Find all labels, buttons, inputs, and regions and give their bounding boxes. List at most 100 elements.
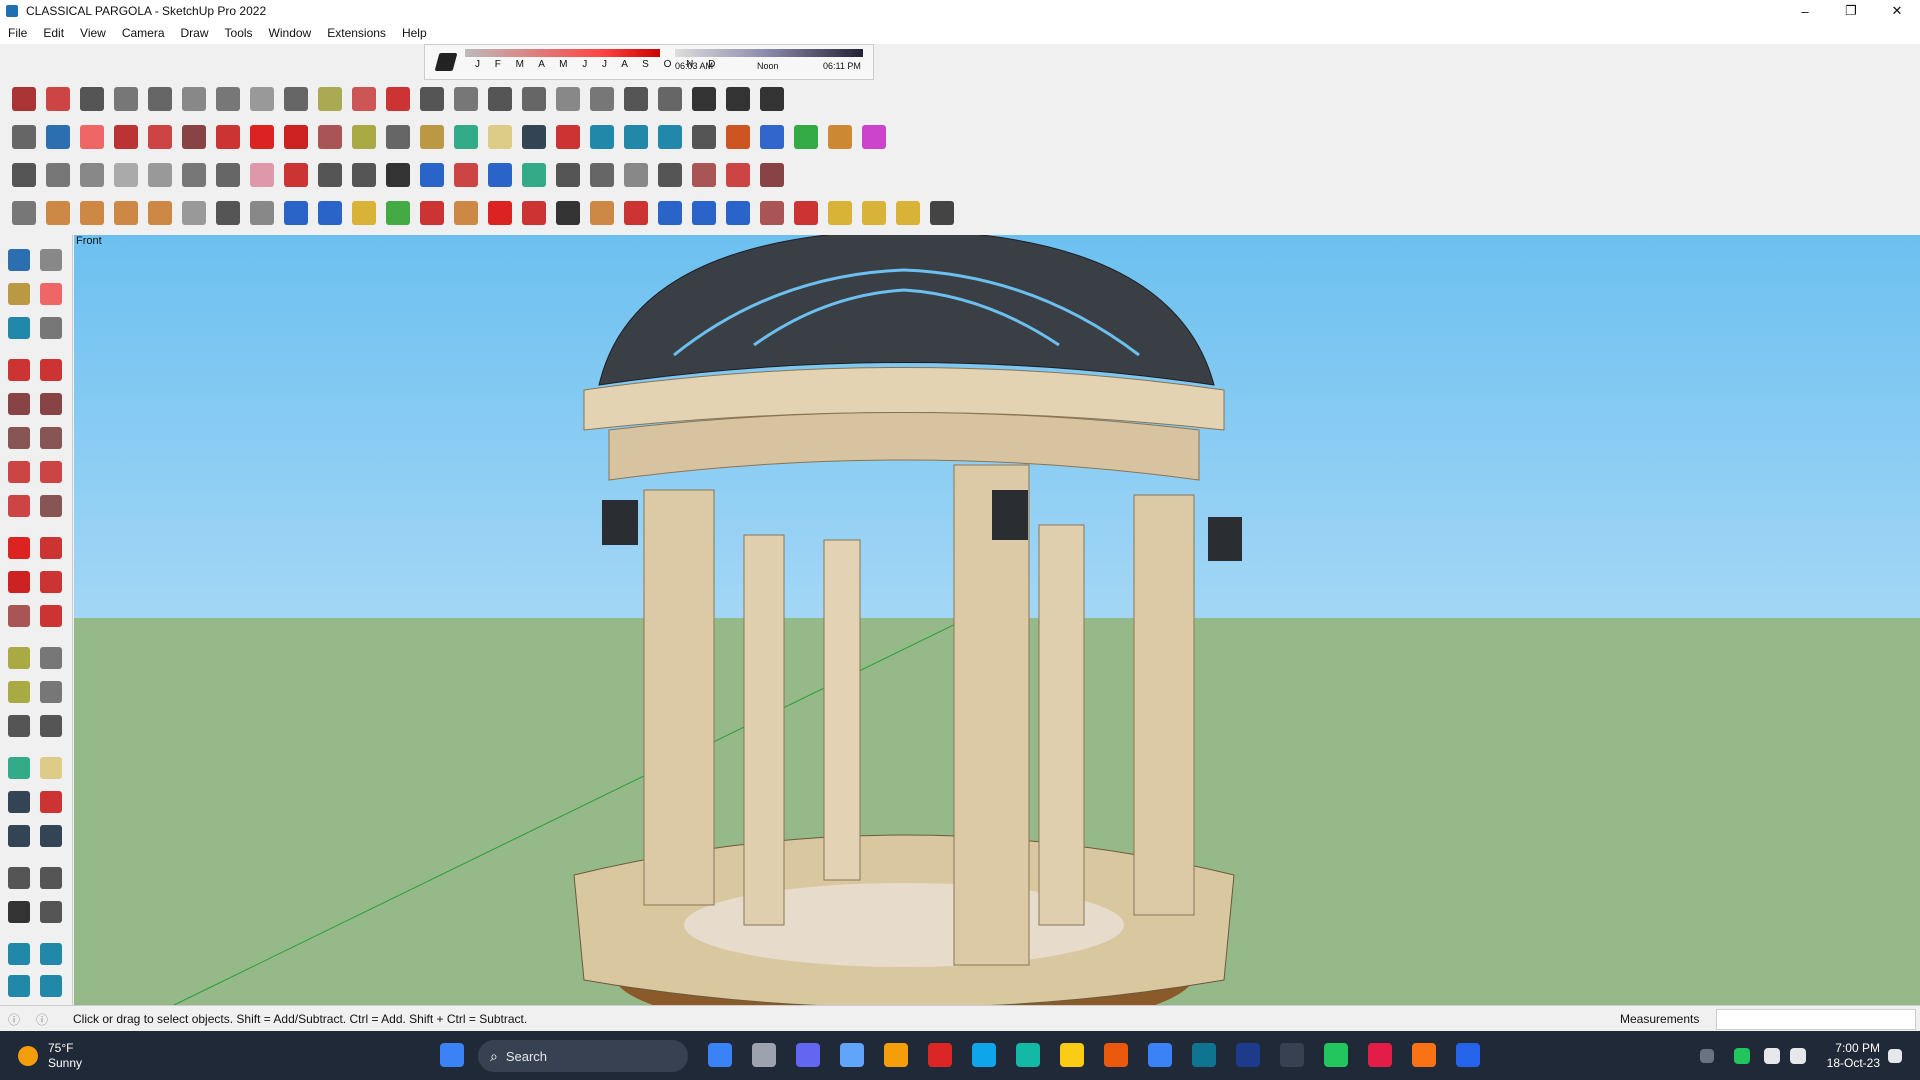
line-icon[interactable] — [8, 359, 30, 381]
axes-icon[interactable] — [148, 201, 172, 225]
fredo-spiral-icon[interactable] — [624, 201, 648, 225]
sticky-notes-icon[interactable] — [1060, 1043, 1084, 1067]
menu-help[interactable]: Help — [394, 26, 435, 40]
system-clock[interactable]: 7:00 PM 18-Oct-23 — [1827, 1041, 1880, 1071]
walk-icon[interactable] — [522, 163, 546, 187]
menu-tools[interactable]: Tools — [217, 26, 261, 40]
dimension-icon[interactable] — [216, 163, 240, 187]
three-point-arc-icon[interactable] — [8, 495, 30, 517]
rectangle-icon[interactable] — [182, 125, 206, 149]
photoshop-icon[interactable] — [1236, 1043, 1260, 1067]
outer-shell-icon[interactable] — [318, 163, 342, 187]
fredo-scale-icon[interactable] — [284, 201, 308, 225]
fredo-array-icon[interactable] — [862, 201, 886, 225]
terrain-icon[interactable] — [794, 125, 818, 149]
eraser-icon[interactable] — [80, 125, 104, 149]
look-around-icon[interactable] — [556, 163, 580, 187]
fredo-rotate-icon[interactable] — [318, 201, 342, 225]
layout-icon-left[interactable] — [8, 975, 30, 997]
menu-view[interactable]: View — [72, 26, 114, 40]
notification-icon[interactable] — [1888, 1049, 1902, 1063]
scale-icon-left[interactable] — [8, 605, 30, 627]
flip-icon[interactable] — [862, 125, 886, 149]
tray-app-icon[interactable] — [1734, 1048, 1750, 1064]
sync-icon-left[interactable] — [40, 975, 62, 997]
fredo-taper-icon[interactable] — [488, 201, 512, 225]
calculator-icon[interactable] — [840, 1043, 864, 1067]
fredo-curve-icon[interactable] — [760, 201, 784, 225]
wifi-icon[interactable] — [1764, 1048, 1780, 1064]
monochrome-icon[interactable] — [760, 163, 784, 187]
fredo-copy-icon[interactable] — [692, 201, 716, 225]
menu-edit[interactable]: Edit — [35, 26, 72, 40]
fredo-fill-icon[interactable] — [896, 201, 920, 225]
zoom-window-icon[interactable] — [40, 791, 62, 813]
wall-icon[interactable] — [624, 87, 648, 111]
user-icon[interactable] — [692, 125, 716, 149]
pencil-icon[interactable] — [114, 125, 138, 149]
app-icon-teal[interactable] — [1016, 1043, 1040, 1067]
loft-icon[interactable] — [522, 87, 546, 111]
polygon-icon[interactable] — [148, 87, 172, 111]
file-explorer-icon[interactable] — [884, 1043, 908, 1067]
wireframe-icon[interactable] — [658, 163, 682, 187]
zoom-icon[interactable] — [12, 125, 36, 149]
xray-icon[interactable] — [624, 163, 648, 187]
pan-icon[interactable] — [488, 125, 512, 149]
house-icon[interactable] — [692, 87, 716, 111]
warehouse-icon-left[interactable] — [8, 943, 30, 965]
info-icon[interactable]: ⓘ — [36, 1011, 48, 1028]
top-view-icon[interactable] — [80, 163, 104, 187]
torus-icon[interactable] — [284, 87, 308, 111]
styles-icon[interactable] — [182, 201, 206, 225]
menu-window[interactable]: Window — [261, 26, 320, 40]
fredo-grid-icon[interactable] — [828, 201, 852, 225]
3d-text-icon[interactable] — [40, 715, 62, 737]
select-tool-icon[interactable] — [46, 125, 70, 149]
rotate-icon[interactable] — [182, 87, 206, 111]
union-icon[interactable] — [386, 163, 410, 187]
move-icon-left[interactable] — [8, 537, 30, 559]
extrude-icon[interactable] — [420, 87, 444, 111]
drawing-viewport[interactable]: Front — [74, 235, 1920, 1005]
tape-icon[interactable] — [8, 647, 30, 669]
fredo-stretch-icon[interactable] — [420, 201, 444, 225]
house-outline-icon[interactable] — [726, 87, 750, 111]
component-icon[interactable] — [12, 201, 36, 225]
group-icon[interactable] — [216, 201, 240, 225]
move-icon[interactable] — [250, 125, 274, 149]
follow-me-icon[interactable] — [40, 571, 62, 593]
copilot-icon[interactable] — [708, 1043, 732, 1067]
zoom-icon-left[interactable] — [8, 791, 30, 813]
3ds-max-icon[interactable] — [1192, 1043, 1216, 1067]
sweep-icon[interactable] — [488, 87, 512, 111]
previous-view-icon[interactable] — [40, 825, 62, 847]
front-view-icon[interactable] — [114, 163, 138, 187]
profile-icon[interactable] — [454, 87, 478, 111]
push-pull-icon-left[interactable] — [40, 537, 62, 559]
fredo-mirror-icon[interactable] — [726, 201, 750, 225]
fredo-bend-icon[interactable] — [386, 201, 410, 225]
paint-bucket-icon[interactable] — [420, 125, 444, 149]
shadow-toggle-icon[interactable] — [434, 53, 458, 71]
protractor-icon-left[interactable] — [8, 681, 30, 703]
zoom-extents-icon[interactable] — [556, 125, 580, 149]
teams-icon[interactable] — [796, 1043, 820, 1067]
eraser-icon-left[interactable] — [40, 283, 62, 305]
task-view-icon[interactable] — [752, 1043, 776, 1067]
pie-icon[interactable] — [40, 495, 62, 517]
curve-icon[interactable] — [46, 87, 70, 111]
text-icon-left[interactable] — [40, 681, 62, 703]
time-slider[interactable] — [675, 49, 863, 57]
protractor-icon[interactable] — [114, 201, 138, 225]
circle-icon[interactable] — [80, 201, 104, 225]
fredo-radial-icon[interactable] — [522, 201, 546, 225]
trim-icon[interactable] — [454, 163, 478, 187]
dimension-icon-left[interactable] — [40, 647, 62, 669]
menu-file[interactable]: File — [0, 26, 35, 40]
extension-icon-left[interactable] — [40, 943, 62, 965]
shaded-icon[interactable] — [692, 163, 716, 187]
maximize-button[interactable]: ❐ — [1828, 0, 1874, 22]
geo-location-icon[interactable]: ⓘ — [8, 1011, 20, 1028]
autocad-icon[interactable] — [1280, 1043, 1304, 1067]
